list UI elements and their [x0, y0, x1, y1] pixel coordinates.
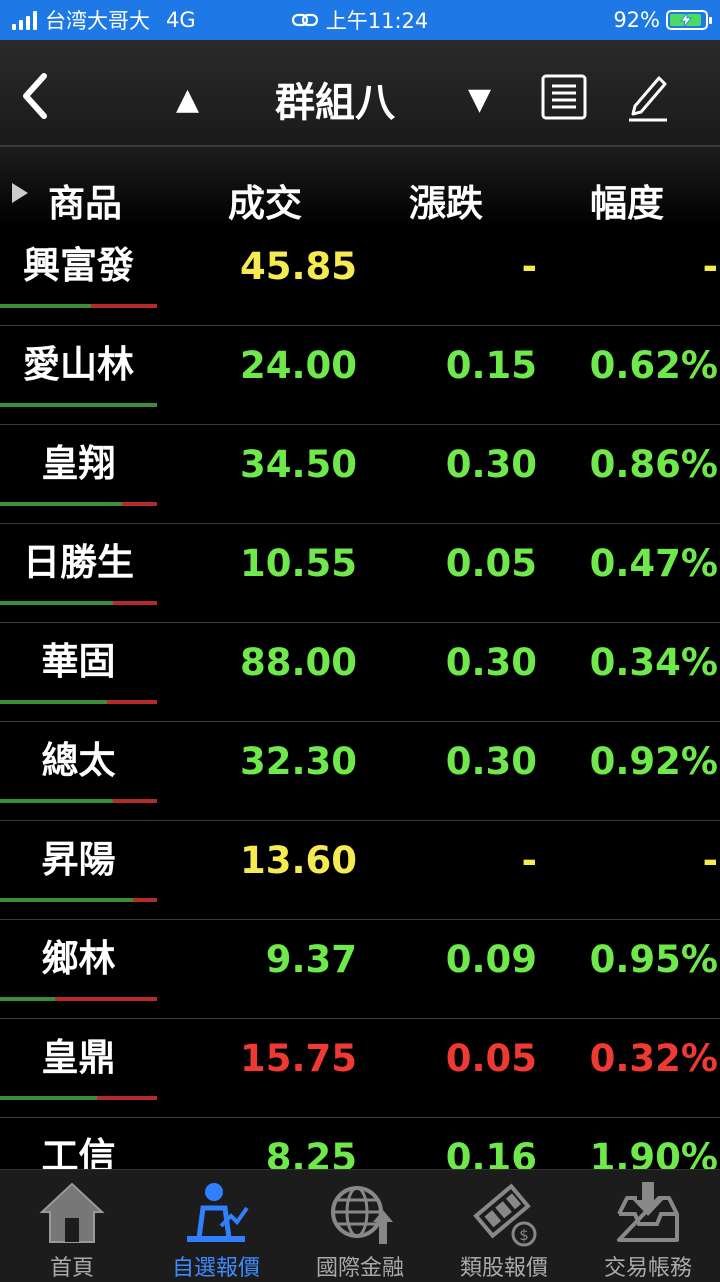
change-percent: 1.90%: [589, 1136, 718, 1169]
bid-ask-bar: [0, 304, 157, 308]
stock-name: 工信: [41, 1135, 116, 1169]
prev-group-icon[interactable]: ▲: [176, 82, 199, 117]
quote-row[interactable]: 皇鼎 15.75 0.05 0.32%: [0, 1019, 720, 1118]
tab-home[interactable]: 首頁: [0, 1170, 144, 1282]
trade-price: 10.55: [239, 542, 357, 585]
change-percent: 0.92%: [589, 740, 718, 783]
header-change[interactable]: 漲跌: [409, 173, 483, 227]
bid-ask-bar: [0, 997, 157, 1001]
price-change: 0.15: [445, 344, 537, 387]
group-title: 群組八: [275, 80, 395, 126]
film-coin-icon: $: [473, 1183, 537, 1247]
price-change: 0.09: [445, 938, 537, 981]
price-change: 0.30: [445, 641, 537, 684]
change-percent: 0.47%: [589, 542, 718, 585]
header-price[interactable]: 成交: [228, 173, 302, 227]
price-change: 0.05: [445, 1037, 537, 1080]
stock-name: 鄉林: [41, 937, 116, 980]
back-chevron-icon[interactable]: [16, 68, 56, 124]
tab-trading[interactable]: 交易帳務: [576, 1170, 720, 1282]
price-change: 0.16: [445, 1136, 537, 1169]
quote-row[interactable]: 日勝生 10.55 0.05 0.47%: [0, 524, 720, 623]
trade-price: 13.60: [239, 839, 357, 882]
tab-sector-label: 類股報價: [459, 1256, 548, 1281]
svg-text:$: $: [519, 1226, 529, 1244]
bid-ask-bar: [0, 601, 157, 605]
tab-watchlist-label: 自選報價: [171, 1256, 260, 1281]
tab-watchlist[interactable]: 自選報價: [144, 1170, 288, 1282]
quote-row[interactable]: 昇陽 13.60 - -: [0, 821, 720, 920]
tab-home-label: 首頁: [49, 1256, 94, 1281]
column-header: 商品 成交 漲跌 幅度: [0, 147, 720, 227]
bid-ask-bar: [0, 799, 157, 803]
trade-price: 15.75: [239, 1037, 357, 1080]
change-percent: -: [702, 839, 718, 882]
status-bar: 台湾大哥大 4G 上午11:24 92%: [0, 0, 720, 40]
price-change: 0.30: [445, 740, 537, 783]
change-percent: 0.34%: [589, 641, 718, 684]
home-icon: [39, 1182, 105, 1243]
stock-name: 華固: [41, 640, 116, 683]
expand-arrow-icon[interactable]: [12, 183, 28, 203]
link-icon: [291, 13, 318, 27]
change-percent: 0.86%: [589, 443, 718, 486]
change-percent: 0.32%: [589, 1037, 718, 1080]
change-percent: 0.62%: [589, 344, 718, 387]
bid-ask-bar: [0, 898, 157, 902]
quote-row[interactable]: 皇翔 34.50 0.30 0.86%: [0, 425, 720, 524]
price-change: -: [521, 839, 537, 882]
header-percent[interactable]: 幅度: [590, 173, 664, 227]
battery-percent: 92%: [613, 8, 660, 32]
bid-ask-bar: [0, 502, 157, 506]
tab-trading-label: 交易帳務: [603, 1256, 692, 1281]
inbox-download-icon: [617, 1182, 679, 1242]
price-change: 0.05: [445, 542, 537, 585]
tab-bar: 首頁 自選報價 國際金融 $ 類股報價 交易帳務: [0, 1169, 720, 1282]
stock-name: 皇翔: [41, 442, 116, 485]
quote-list[interactable]: 興富發 45.85 - - 愛山林 24.00 0.15 0.62% 皇翔 34.50 0.30 0.…: [0, 227, 720, 1169]
next-group-icon[interactable]: ▼: [468, 82, 491, 117]
trade-price: 88.00: [239, 641, 357, 684]
quote-row[interactable]: 工信 8.25 0.16 1.90%: [0, 1118, 720, 1169]
quote-row[interactable]: 總太 32.30 0.30 0.92%: [0, 722, 720, 821]
price-change: -: [521, 245, 537, 288]
status-center: 上午11:24: [0, 0, 720, 40]
price-change: 0.30: [445, 443, 537, 486]
person-chart-icon: [187, 1183, 249, 1242]
stock-name: 總太: [41, 739, 116, 782]
globe-icon: [331, 1186, 393, 1244]
stock-name: 愛山林: [23, 343, 134, 386]
trade-price: 24.00: [239, 344, 357, 387]
stock-name: 昇陽: [41, 838, 116, 881]
bid-ask-bar: [0, 700, 157, 704]
edit-pencil-icon[interactable]: [625, 72, 671, 122]
trade-price: 8.25: [265, 1136, 357, 1169]
battery-charging-icon: [666, 10, 712, 30]
tab-sector[interactable]: $ 類股報價: [432, 1170, 576, 1282]
nav-bar: ▲ 群組八 ▼: [0, 40, 720, 147]
stock-name: 日勝生: [23, 541, 134, 584]
change-percent: -: [702, 245, 718, 288]
stock-name: 皇鼎: [41, 1036, 116, 1079]
stock-name: 興富發: [23, 244, 134, 287]
bid-ask-bar: [0, 1096, 157, 1100]
tab-international-label: 國際金融: [315, 1256, 404, 1281]
list-icon[interactable]: [541, 74, 587, 120]
change-percent: 0.95%: [589, 938, 718, 981]
bid-ask-bar: [0, 403, 157, 407]
clock: 上午11:24: [325, 9, 429, 33]
trade-price: 9.37: [265, 938, 357, 981]
trade-price: 45.85: [239, 245, 357, 288]
quote-row[interactable]: 華固 88.00 0.30 0.34%: [0, 623, 720, 722]
status-right: 92%: [613, 0, 712, 40]
trade-price: 34.50: [239, 443, 357, 486]
tab-international[interactable]: 國際金融: [288, 1170, 432, 1282]
quote-row[interactable]: 鄉林 9.37 0.09 0.95%: [0, 920, 720, 1019]
header-name[interactable]: 商品: [48, 173, 122, 227]
trade-price: 32.30: [239, 740, 357, 783]
quote-row[interactable]: 興富發 45.85 - -: [0, 227, 720, 326]
quote-row[interactable]: 愛山林 24.00 0.15 0.62%: [0, 326, 720, 425]
